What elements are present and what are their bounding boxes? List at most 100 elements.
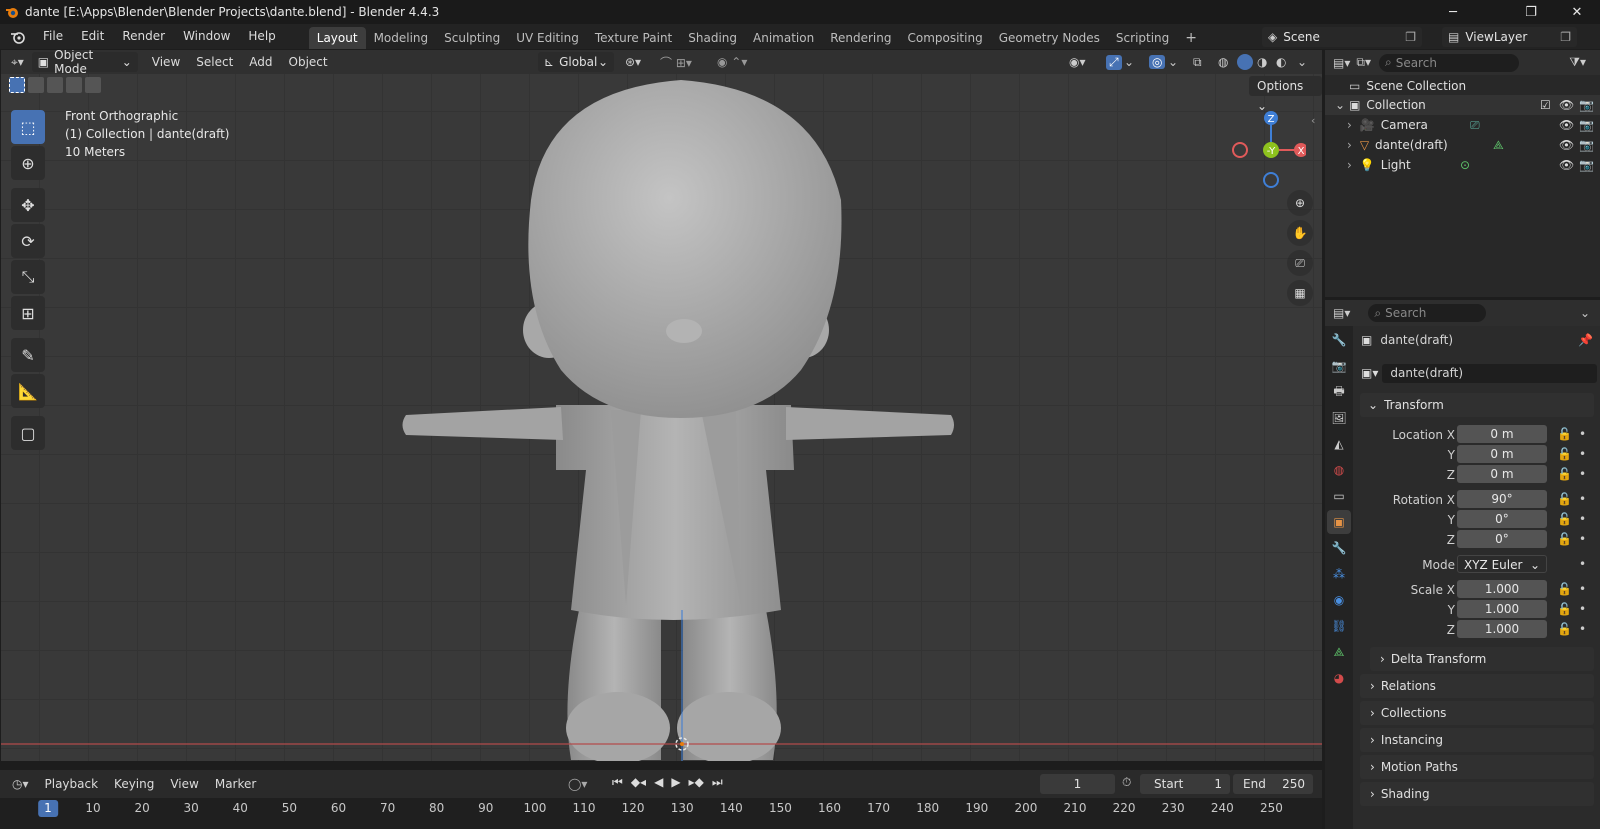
overlay-toggle-icon[interactable]: ◎ xyxy=(1149,55,1166,69)
visibility-icon[interactable]: ◉▾ xyxy=(1069,55,1086,69)
viewport-menu-object[interactable]: Object xyxy=(281,52,336,72)
chevron-down-icon[interactable]: ⌄ xyxy=(1335,98,1345,112)
current-frame-field[interactable]: 1 xyxy=(1040,774,1115,794)
properties-editor-icon[interactable]: ▤▾ xyxy=(1333,306,1350,320)
close-button[interactable]: ✕ xyxy=(1554,0,1600,24)
properties-search[interactable]: ⌕ Search xyxy=(1368,304,1487,322)
tool-tab[interactable]: 🔧 xyxy=(1327,328,1351,352)
blender-menu-icon[interactable] xyxy=(10,30,26,44)
scene-selector[interactable]: ◈ Scene ❐ xyxy=(1262,27,1422,47)
render-camera-icon[interactable]: 📷 xyxy=(1579,158,1594,172)
current-frame-marker[interactable]: 1 xyxy=(38,800,58,817)
tab-rendering[interactable]: Rendering xyxy=(822,27,899,49)
render-tab[interactable]: 📷 xyxy=(1327,354,1351,378)
measure-tool[interactable]: 📐 xyxy=(11,374,45,408)
shading-panel[interactable]: › Shading xyxy=(1360,782,1594,806)
tab-texture-paint[interactable]: Texture Paint xyxy=(587,27,680,49)
cursor-tool[interactable]: ⊕ xyxy=(11,146,45,180)
checkbox-icon[interactable]: ☑ xyxy=(1540,98,1551,112)
lock-icon[interactable]: 🔓 xyxy=(1557,467,1572,481)
collection-tab[interactable]: ▭ xyxy=(1327,484,1351,508)
material-tab[interactable]: ◕ xyxy=(1327,666,1351,690)
eye-icon[interactable]: 👁 xyxy=(1559,118,1574,132)
end-frame-field[interactable]: End 250 xyxy=(1233,774,1313,794)
jump-start-icon[interactable]: ⏮ xyxy=(612,775,623,790)
viewport-menu-add[interactable]: Add xyxy=(241,52,280,72)
chevron-down-icon[interactable]: ⌄ xyxy=(1168,55,1178,69)
chevron-right-icon[interactable]: › xyxy=(1347,158,1352,172)
keyframe-dot-icon[interactable]: • xyxy=(1579,447,1586,461)
output-tab[interactable]: 🖶 xyxy=(1327,380,1351,404)
ortho-toggle-button[interactable]: ▦ xyxy=(1287,280,1313,306)
keyframe-dot-icon[interactable]: • xyxy=(1579,427,1586,441)
select-extend-icon[interactable] xyxy=(28,77,44,93)
transform-tool[interactable]: ⊞ xyxy=(11,296,45,330)
gizmo-toggle-icon[interactable]: ⤢ xyxy=(1106,54,1122,70)
clock-icon[interactable]: ◷▾ xyxy=(12,777,29,791)
eye-icon[interactable]: 👁 xyxy=(1559,98,1574,112)
chevron-right-icon[interactable]: › xyxy=(1347,118,1352,132)
add-workspace-button[interactable]: + xyxy=(1177,27,1205,49)
outliner-search[interactable]: ⌕ Search xyxy=(1378,53,1519,72)
solid-shading-icon[interactable] xyxy=(1237,54,1253,70)
minimize-button[interactable]: ─ xyxy=(1430,0,1476,24)
particles-tab[interactable]: ⁂ xyxy=(1327,562,1351,586)
add-cube-tool[interactable]: ▢ xyxy=(11,416,45,450)
keyframe-dot-icon[interactable]: • xyxy=(1579,582,1586,596)
navigation-gizmo[interactable]: Z X -Y xyxy=(1226,110,1306,190)
constraints-tab[interactable]: ⛓ xyxy=(1327,614,1351,638)
keyframe-dot-icon[interactable]: • xyxy=(1579,622,1586,636)
lock-icon[interactable]: 🔓 xyxy=(1557,582,1572,596)
maximize-button[interactable]: ❐ xyxy=(1508,0,1554,24)
snap-icon[interactable]: ⌒ ⊞▾ xyxy=(660,54,692,71)
modifier-tab[interactable]: 🔧 xyxy=(1327,536,1351,560)
lock-icon[interactable]: 🔓 xyxy=(1557,622,1572,636)
lock-icon[interactable]: 🔓 xyxy=(1557,512,1572,526)
outliner-item-light[interactable]: › 💡 Light ⊙ 👁 📷 xyxy=(1325,155,1600,175)
tab-geometry-nodes[interactable]: Geometry Nodes xyxy=(991,27,1108,49)
eye-icon[interactable]: 👁 xyxy=(1559,138,1574,152)
tab-animation[interactable]: Animation xyxy=(745,27,822,49)
world-tab[interactable]: ◍ xyxy=(1327,458,1351,482)
location-y-field[interactable]: 0 m xyxy=(1457,445,1547,463)
camera-view-button[interactable]: ⎚ xyxy=(1287,250,1313,276)
scale-z-field[interactable]: 1.000 xyxy=(1457,620,1547,638)
object-name-field[interactable]: dante(draft) xyxy=(1382,363,1597,383)
scale-tool[interactable]: ⤡ xyxy=(11,260,45,294)
outliner-editor-icon[interactable]: ▤▾ xyxy=(1333,56,1350,70)
eye-icon[interactable]: 👁 xyxy=(1559,158,1574,172)
menu-render[interactable]: Render xyxy=(113,24,174,49)
data-tab[interactable]: ⟁ xyxy=(1327,640,1351,664)
rotate-tool[interactable]: ⟳ xyxy=(11,224,45,258)
new-scene-icon[interactable]: ❐ xyxy=(1405,30,1416,44)
chevron-right-icon[interactable]: › xyxy=(1347,138,1352,152)
object-datablock-icon[interactable]: ▣▾ xyxy=(1361,366,1378,380)
new-view-layer-icon[interactable]: ❐ xyxy=(1560,30,1571,44)
menu-file[interactable]: File xyxy=(34,24,72,49)
view-layer-tab[interactable]: 🖼 xyxy=(1327,406,1351,430)
chevron-down-icon[interactable]: ⌄ xyxy=(1297,55,1307,69)
tab-scripting[interactable]: Scripting xyxy=(1108,27,1177,49)
start-frame-field[interactable]: Start 1 xyxy=(1140,774,1230,794)
object-tab[interactable]: ▣ xyxy=(1327,510,1351,534)
orientation-dropdown[interactable]: ⊾ Global ⌄ xyxy=(538,52,614,72)
keyframe-dot-icon[interactable]: • xyxy=(1579,512,1586,526)
scene-tab[interactable]: ◭ xyxy=(1327,432,1351,456)
jump-key-back-icon[interactable]: ◆◂ xyxy=(631,775,646,790)
instancing-panel[interactable]: › Instancing xyxy=(1360,728,1594,752)
select-new-icon[interactable] xyxy=(9,77,25,93)
rotation-mode-dropdown[interactable]: XYZ Euler ⌄ xyxy=(1457,555,1547,573)
keyframe-dot-icon[interactable]: • xyxy=(1579,557,1586,571)
rotation-y-field[interactable]: 0° xyxy=(1457,510,1547,528)
outliner-item-dante[interactable]: › ▽ dante(draft) ⟁ 👁 📷 xyxy=(1325,135,1600,155)
camera-data-icon[interactable]: ⎚ xyxy=(1470,118,1480,133)
lock-icon[interactable]: 🔓 xyxy=(1557,447,1572,461)
menu-help[interactable]: Help xyxy=(239,24,284,49)
timeline-menu-view[interactable]: View xyxy=(162,774,206,794)
delta-transform-panel[interactable]: › Delta Transform xyxy=(1370,647,1594,671)
physics-tab[interactable]: ◉ xyxy=(1327,588,1351,612)
keyframe-dot-icon[interactable]: • xyxy=(1579,467,1586,481)
outliner-item-camera[interactable]: › 🎥 Camera ⎚ 👁 📷 xyxy=(1325,115,1600,135)
auto-key-icon[interactable]: ◯▾ xyxy=(568,777,587,791)
zoom-button[interactable]: ⊕ xyxy=(1287,190,1313,216)
